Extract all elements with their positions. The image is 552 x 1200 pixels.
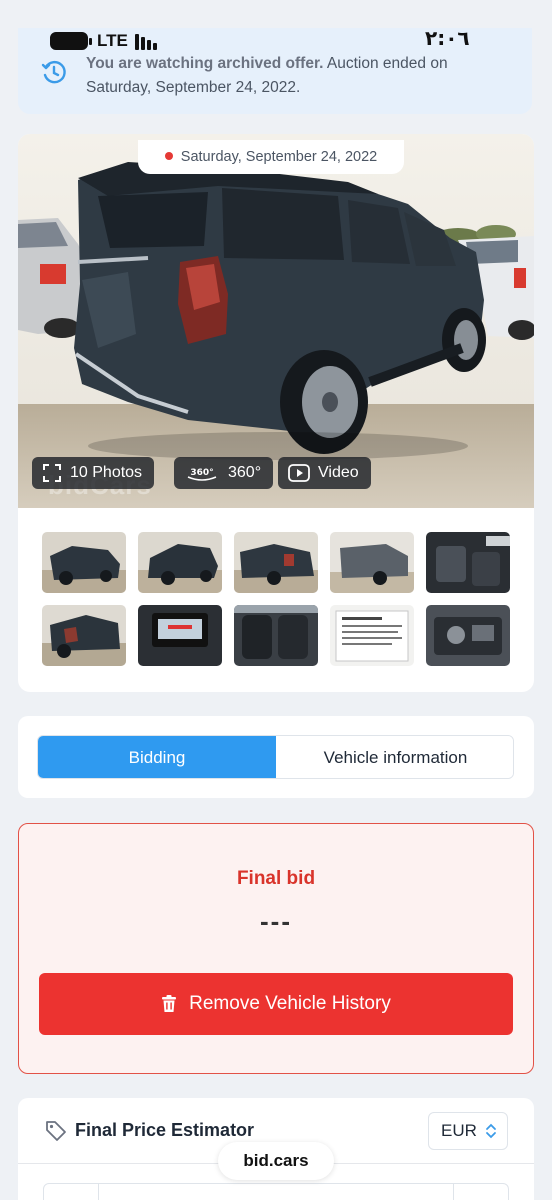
estimator-input-row[interactable] bbox=[43, 1183, 509, 1200]
thumbnail-10[interactable] bbox=[426, 605, 510, 666]
thumbnail-9[interactable] bbox=[330, 605, 414, 666]
tab-bar: Bidding Vehicle information bbox=[37, 735, 514, 779]
view-360-label: 360° bbox=[228, 464, 262, 481]
thumbnail-4[interactable] bbox=[330, 532, 414, 593]
auction-date-text: Saturday, September 24, 2022 bbox=[180, 149, 378, 165]
thumbnail-6[interactable] bbox=[42, 605, 126, 666]
final-bid-title: Final bid bbox=[236, 868, 316, 889]
battery-icon bbox=[50, 32, 92, 50]
currency-select[interactable]: EUR bbox=[428, 1112, 508, 1150]
sort-chevrons-icon bbox=[486, 1123, 496, 1139]
view-360-button[interactable]: 360° 360° bbox=[174, 457, 274, 489]
thumbnail-5[interactable] bbox=[426, 532, 510, 593]
rotate-360-icon-text: 360° bbox=[190, 468, 213, 478]
archive-message-strong: You are watching archived offer. bbox=[86, 55, 324, 72]
thumbnail-1[interactable] bbox=[42, 532, 126, 593]
signal-icon bbox=[135, 32, 163, 50]
archive-message: You are watching archived offer. Auction… bbox=[86, 52, 486, 100]
auction-date: Saturday, September 24, 2022 bbox=[138, 140, 404, 174]
vehicle-photo-image bbox=[18, 134, 534, 508]
photos-button[interactable]: 10 Photos bbox=[32, 457, 155, 489]
thumbnail-7[interactable] bbox=[138, 605, 222, 666]
thumbnail-2[interactable] bbox=[138, 532, 222, 593]
site-url-pill[interactable]: bid.cars bbox=[218, 1142, 334, 1180]
play-icon bbox=[288, 464, 310, 482]
thumbnail-8[interactable] bbox=[234, 605, 318, 666]
fullscreen-icon bbox=[43, 464, 61, 482]
rotate-360-icon: 360° bbox=[187, 468, 217, 481]
tag-icon bbox=[46, 1121, 66, 1141]
live-dot-icon bbox=[164, 152, 173, 161]
remove-vehicle-history-label: Remove Vehicle History bbox=[189, 993, 391, 1014]
tab-bidding[interactable]: Bidding bbox=[38, 736, 276, 778]
price-estimator-title: Final Price Estimator bbox=[75, 1120, 255, 1140]
final-bid-value: --- bbox=[260, 906, 292, 936]
network-type: LTE bbox=[97, 31, 128, 50]
video-button[interactable]: Video bbox=[278, 457, 371, 489]
gallery-card: Saturday, September 24, 2022 bidCars 10 … bbox=[18, 134, 534, 692]
photos-label: 10 Photos bbox=[70, 464, 143, 481]
remove-vehicle-history-button[interactable]: Remove Vehicle History bbox=[39, 973, 513, 1035]
thumbnail-3[interactable] bbox=[234, 532, 318, 593]
main-vehicle-photo[interactable]: Saturday, September 24, 2022 bidCars 10 … bbox=[18, 134, 534, 508]
tabs-card: Bidding Vehicle information bbox=[18, 716, 534, 798]
final-bid-card: Final bid --- Remove Vehicle History bbox=[18, 823, 534, 1074]
clock: ٢:٠٦ bbox=[425, 26, 470, 50]
status-bar: LTE ٢:٠٦ bbox=[0, 0, 552, 52]
history-icon bbox=[41, 60, 66, 84]
trash-icon bbox=[162, 995, 177, 1012]
video-label: Video bbox=[318, 464, 359, 481]
tab-vehicle-information[interactable]: Vehicle information bbox=[276, 736, 513, 778]
currency-value: EUR bbox=[441, 1121, 477, 1140]
